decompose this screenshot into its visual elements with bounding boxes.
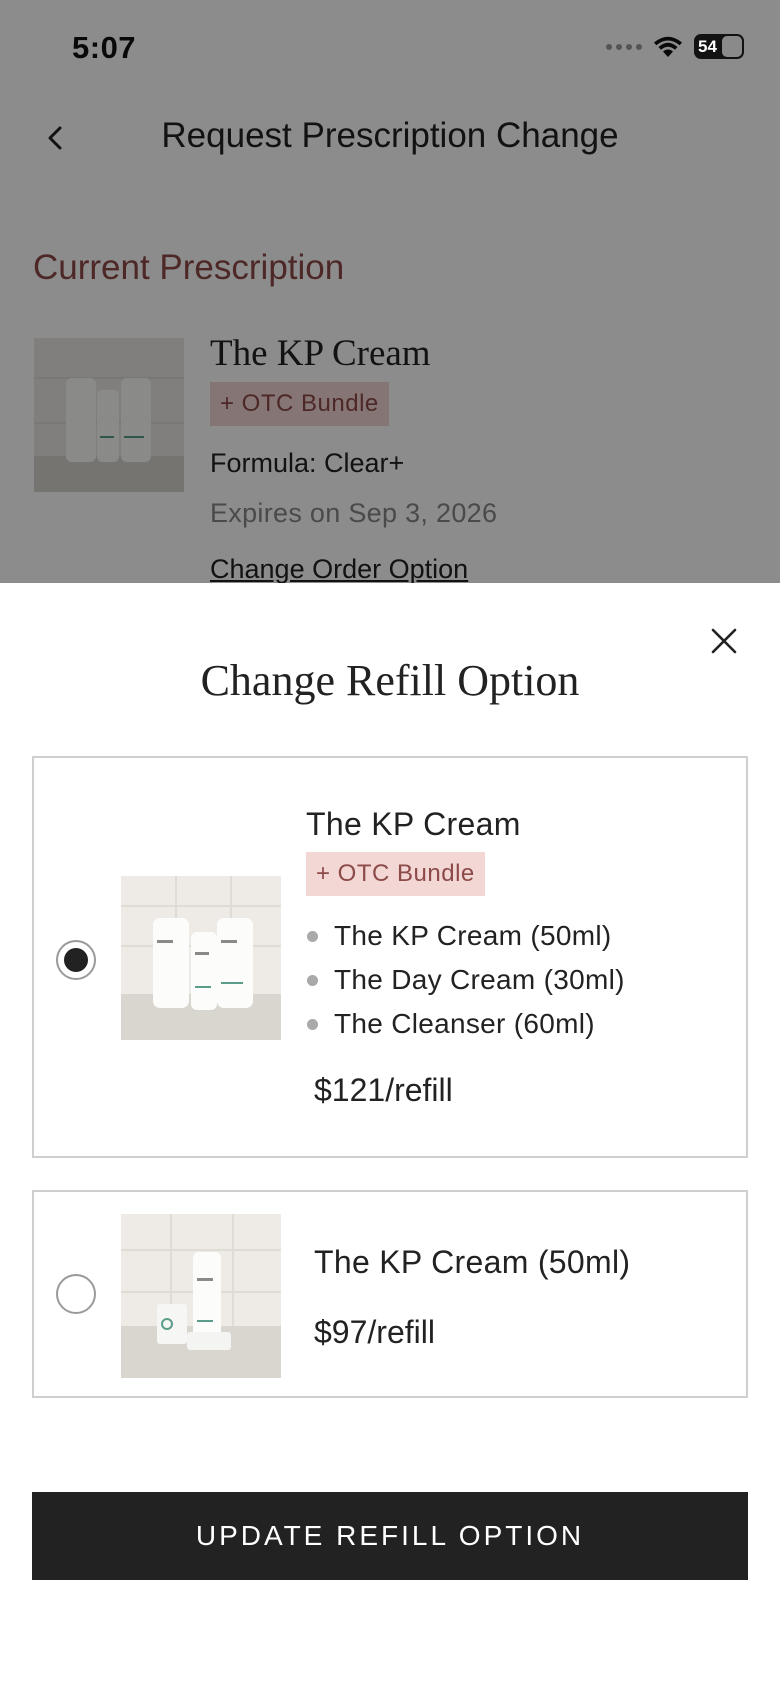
bullet-icon [307, 975, 318, 986]
sheet-title: Change Refill Option [200, 656, 580, 705]
radio-selected[interactable] [56, 940, 96, 980]
refill-option-single[interactable]: The KP Cream (50ml) $97/refill [32, 1190, 748, 1398]
list-item: The Day Cream (30ml) [306, 958, 625, 1002]
list-item: The KP Cream (50ml) [306, 914, 625, 958]
otc-bundle-badge: + OTC Bundle [306, 852, 485, 896]
bullet-icon [307, 931, 318, 942]
option-price: $121/refill [314, 1072, 453, 1108]
close-icon[interactable] [706, 623, 742, 659]
option-name: The KP Cream (50ml) [314, 1244, 631, 1280]
list-item: The Cleanser (60ml) [306, 1002, 625, 1046]
bullet-icon [307, 1019, 318, 1030]
option-price: $97/refill [314, 1314, 435, 1350]
bundle-items-list: The KP Cream (50ml) The Day Cream (30ml)… [306, 914, 625, 1046]
bundle-item-label: The KP Cream (50ml) [334, 920, 612, 951]
bundle-item-label: The Cleanser (60ml) [334, 1008, 595, 1039]
option-name: The KP Cream [306, 806, 521, 842]
update-refill-option-button[interactable]: UPDATE REFILL OPTION [32, 1492, 748, 1580]
bundle-item-label: The Day Cream (30ml) [334, 964, 625, 995]
refill-option-bundle[interactable]: The KP Cream + OTC Bundle The KP Cream (… [32, 756, 748, 1158]
bundle-product-image [121, 876, 281, 1040]
battery-level: 54 [698, 36, 717, 56]
change-refill-sheet: Change Refill Option The KP Cream + OTC … [0, 583, 780, 1688]
radio-unselected[interactable] [56, 1274, 96, 1314]
radio-dot [64, 948, 88, 972]
single-product-image [121, 1214, 281, 1378]
